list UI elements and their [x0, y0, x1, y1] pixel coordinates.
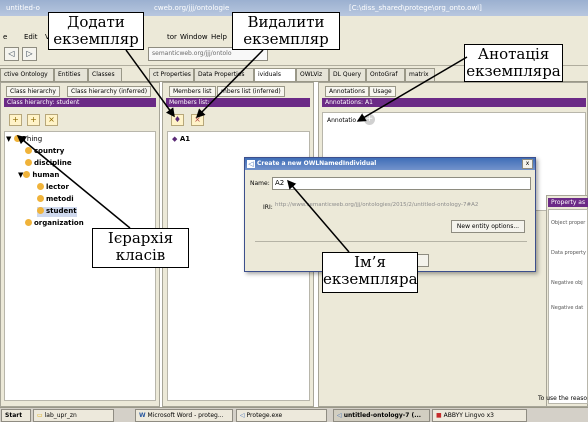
- individual-item-a1[interactable]: ◆ A1: [172, 135, 190, 145]
- taskbar-item-word[interactable]: W Microsoft Word - proteg...: [135, 409, 233, 422]
- delete-individual-icon[interactable]: ×: [191, 114, 204, 126]
- callout-delete-instance: Видалити екземпляр: [232, 12, 340, 50]
- protege-icon: ◁: [240, 412, 245, 419]
- tab-annotations[interactable]: Annotations: [325, 86, 370, 97]
- class-icon: [37, 195, 44, 202]
- tree-item-discipline[interactable]: discipline: [25, 159, 72, 169]
- tab-owlviz[interactable]: OWLViz: [296, 68, 329, 81]
- tree-item-human[interactable]: ▼ human: [18, 171, 59, 181]
- menu-tools[interactable]: tor: [167, 33, 177, 41]
- negative-data-property-row: Negative dat: [551, 305, 584, 311]
- tab-usage[interactable]: Usage: [369, 86, 396, 97]
- reasoner-status: To use the reaso: [538, 395, 588, 402]
- iri-field[interactable]: http://www.semanticweb.org/jjj/ontologie…: [273, 201, 531, 213]
- taskbar-item-untitled-ontology[interactable]: ◁ untitled-ontology-7 (...: [333, 409, 430, 422]
- tab-members-list-inferred[interactable]: mbers list (inferred): [217, 86, 285, 97]
- protege-icon: ◁: [337, 412, 342, 419]
- class-icon: [37, 183, 44, 190]
- start-button[interactable]: Start: [1, 409, 31, 422]
- dialog-close-button[interactable]: x: [522, 159, 533, 169]
- menu-edit[interactable]: Edit: [24, 33, 38, 41]
- tab-matrix[interactable]: matrix: [405, 68, 435, 81]
- property-assertions-title: Property as: [551, 199, 586, 206]
- window-title-left: untitled-o: [6, 4, 40, 12]
- individual-diamond-icon: ◆: [172, 135, 178, 143]
- taskbar-item-lab-upr-zn[interactable]: ▭ lab_upr_zn: [33, 409, 114, 422]
- iri-label: IRI:: [263, 204, 273, 211]
- class-hierarchy-title: Class hierarchy: student: [7, 99, 80, 106]
- annotations-header: Annotations: A1: [322, 98, 586, 107]
- taskbar-item-protege-exe[interactable]: ◁ Protege.exe: [236, 409, 327, 422]
- word-icon: W: [139, 412, 146, 419]
- annotations-title: Annotations: A1: [325, 99, 373, 106]
- window-title-right: [C:\diss_shared\protege\org_onto.owl]: [349, 4, 482, 12]
- class-icon: [25, 147, 32, 154]
- class-icon: [25, 159, 32, 166]
- property-assertions-body: Object proper Data property Negative obj…: [548, 209, 588, 404]
- dialog-separator: [255, 241, 527, 242]
- tab-members-list[interactable]: Members list: [169, 86, 216, 97]
- taskbar-item-abbyy-lingvo[interactable]: ■ ABBYY Lingvo x3: [432, 409, 527, 422]
- menu-file[interactable]: e: [3, 33, 7, 41]
- delete-class-icon[interactable]: ×: [45, 114, 58, 126]
- dialog-title: Create a new OWLNamedIndividual: [257, 160, 377, 167]
- menu-window[interactable]: Window: [180, 33, 208, 41]
- status-and-taskbar: To use the reaso Start ▭ lab_upr_zn W Mi…: [0, 395, 588, 422]
- callout-instance-annotation: Анотація екземпляра: [464, 44, 563, 82]
- tree-item-metodi[interactable]: metodi: [37, 195, 74, 205]
- forward-button[interactable]: ▷: [22, 47, 37, 61]
- callout-instance-name: Ім’я екземпляра: [322, 252, 418, 293]
- add-annotation-icon[interactable]: +: [364, 114, 375, 125]
- class-icon: [37, 207, 44, 214]
- add-subclass-icon[interactable]: +: [9, 114, 22, 126]
- tree-item-country[interactable]: country: [25, 147, 64, 157]
- property-assertions-panel: Property as Object proper Data property …: [546, 195, 588, 407]
- callout-class-hierarchy: Ієрархія класів: [92, 228, 189, 268]
- dialog-titlebar: Create a new OWLNamedIndividual: [245, 158, 535, 170]
- members-list-header: Members list:: [166, 98, 310, 107]
- back-button[interactable]: ◁: [4, 47, 19, 61]
- tree-item-organization[interactable]: organization: [25, 219, 84, 229]
- folder-icon: ▭: [37, 412, 43, 419]
- class-icon: [13, 135, 21, 142]
- negative-object-property-row: Negative obj: [551, 280, 583, 286]
- dialog-app-icon: ◁: [247, 160, 255, 168]
- class-icon: [23, 171, 31, 178]
- add-sibling-icon[interactable]: +: [27, 114, 40, 126]
- class-hierarchy-header: Class hierarchy: student: [4, 98, 156, 107]
- new-entity-options-button[interactable]: New entity options...: [451, 220, 525, 233]
- class-icon: [25, 219, 32, 226]
- property-assertions-header: Property as: [548, 198, 588, 207]
- name-field[interactable]: A2: [272, 177, 531, 190]
- tab-classes[interactable]: Classes: [88, 68, 122, 81]
- tab-active-ontology[interactable]: ctive Ontology: [0, 68, 54, 81]
- object-property-row: Object proper: [551, 220, 586, 226]
- tab-class-hierarchy[interactable]: Class hierarchy: [6, 86, 60, 97]
- window-title-mid: cweb.org/jjj/ontologie: [154, 4, 230, 12]
- tree-item-thing[interactable]: ▼ Thing: [6, 135, 42, 145]
- tab-data-properties[interactable]: Data Properties: [194, 68, 254, 81]
- menu-help[interactable]: Help: [211, 33, 227, 41]
- lingvo-icon: ■: [436, 412, 442, 419]
- annotations-label: Annotatio: [327, 117, 357, 124]
- members-list-title: Members list:: [169, 99, 210, 106]
- tab-dl-query[interactable]: DL Query: [329, 68, 366, 81]
- tree-item-lector[interactable]: lector: [37, 183, 69, 193]
- tab-entities[interactable]: Entities: [54, 68, 88, 81]
- callout-add-instance: Додати екземпляр: [48, 12, 144, 50]
- tab-ontograf[interactable]: OntoGraf: [366, 68, 405, 81]
- tab-class-hierarchy-inferred[interactable]: Class hierarchy (inferred): [67, 86, 152, 97]
- tab-individuals[interactable]: ividuals: [254, 68, 296, 81]
- name-label: Name:: [250, 180, 270, 187]
- add-individual-icon[interactable]: ♦: [171, 114, 184, 126]
- tab-object-properties[interactable]: ct Properties: [149, 68, 194, 81]
- data-property-row: Data property: [551, 250, 586, 256]
- tree-item-student[interactable]: student: [37, 207, 77, 217]
